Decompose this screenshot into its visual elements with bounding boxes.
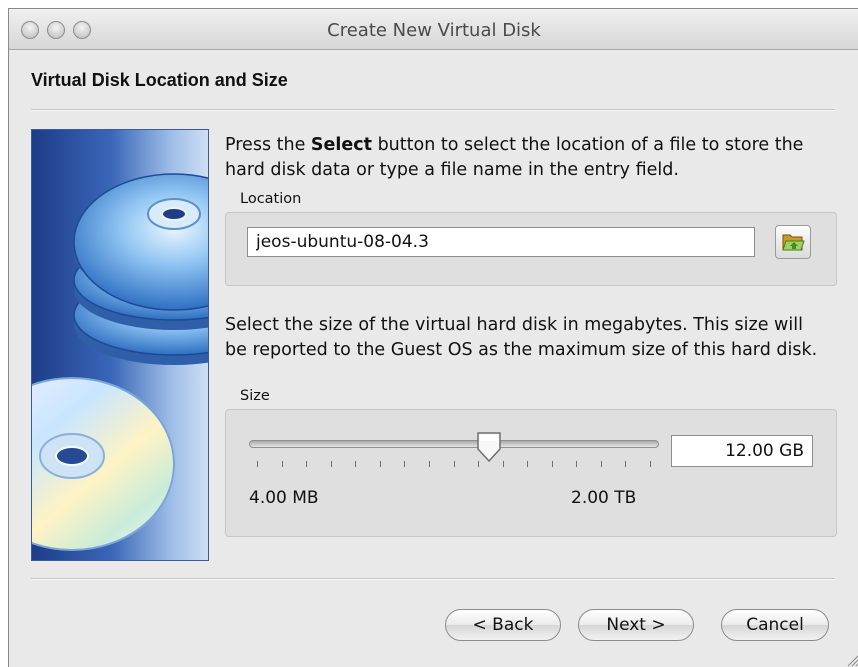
stacked-disks-icon (32, 173, 208, 551)
slider-tick (600, 461, 602, 467)
select-file-button[interactable] (775, 225, 811, 259)
slider-tick (551, 461, 553, 467)
slider-tick (625, 461, 627, 467)
slider-tick (576, 461, 578, 467)
top-divider (31, 109, 835, 111)
size-input[interactable] (671, 435, 813, 467)
create-virtual-disk-window: Create New Virtual Disk Virtual Disk Loc… (8, 8, 858, 667)
location-label: Location (240, 191, 302, 207)
disk-stack (73, 173, 208, 365)
back-button[interactable]: < Back (445, 609, 561, 641)
slider-tick (257, 461, 258, 467)
slider-tick (355, 461, 357, 467)
size-slider-track[interactable] (249, 440, 659, 448)
slider-tick (502, 461, 504, 467)
slider-tick (428, 461, 430, 467)
slider-tick (330, 461, 332, 467)
slider-tick (379, 461, 381, 467)
slider-tick (527, 461, 529, 467)
slider-tick (650, 461, 651, 467)
slider-max-label: 2.00 TB (571, 488, 637, 508)
slider-tick (404, 461, 406, 467)
cd-disk (32, 377, 175, 551)
banner-image (31, 129, 209, 561)
next-button[interactable]: Next > (578, 609, 694, 641)
slider-min-label: 4.00 MB (249, 488, 319, 508)
size-label: Size (240, 388, 270, 404)
window-title: Create New Virtual Disk (327, 20, 541, 41)
size-slider-thumb[interactable] (476, 431, 502, 463)
cancel-button[interactable]: Cancel (721, 609, 829, 641)
size-instruction: Select the size of the virtual hard disk… (225, 315, 818, 360)
location-input[interactable] (247, 227, 755, 257)
folder-open-icon (782, 234, 805, 251)
size-group (225, 409, 837, 537)
slider-tick (281, 461, 283, 467)
slider-tick (306, 461, 308, 467)
page-title: Virtual Disk Location and Size (31, 70, 288, 90)
resize-grip-icon[interactable] (843, 651, 858, 667)
slider-tick (453, 461, 455, 467)
title-bar: Create New Virtual Disk (9, 9, 858, 50)
location-instruction: Press the Select button to select the lo… (225, 135, 804, 180)
bottom-divider (31, 578, 835, 580)
